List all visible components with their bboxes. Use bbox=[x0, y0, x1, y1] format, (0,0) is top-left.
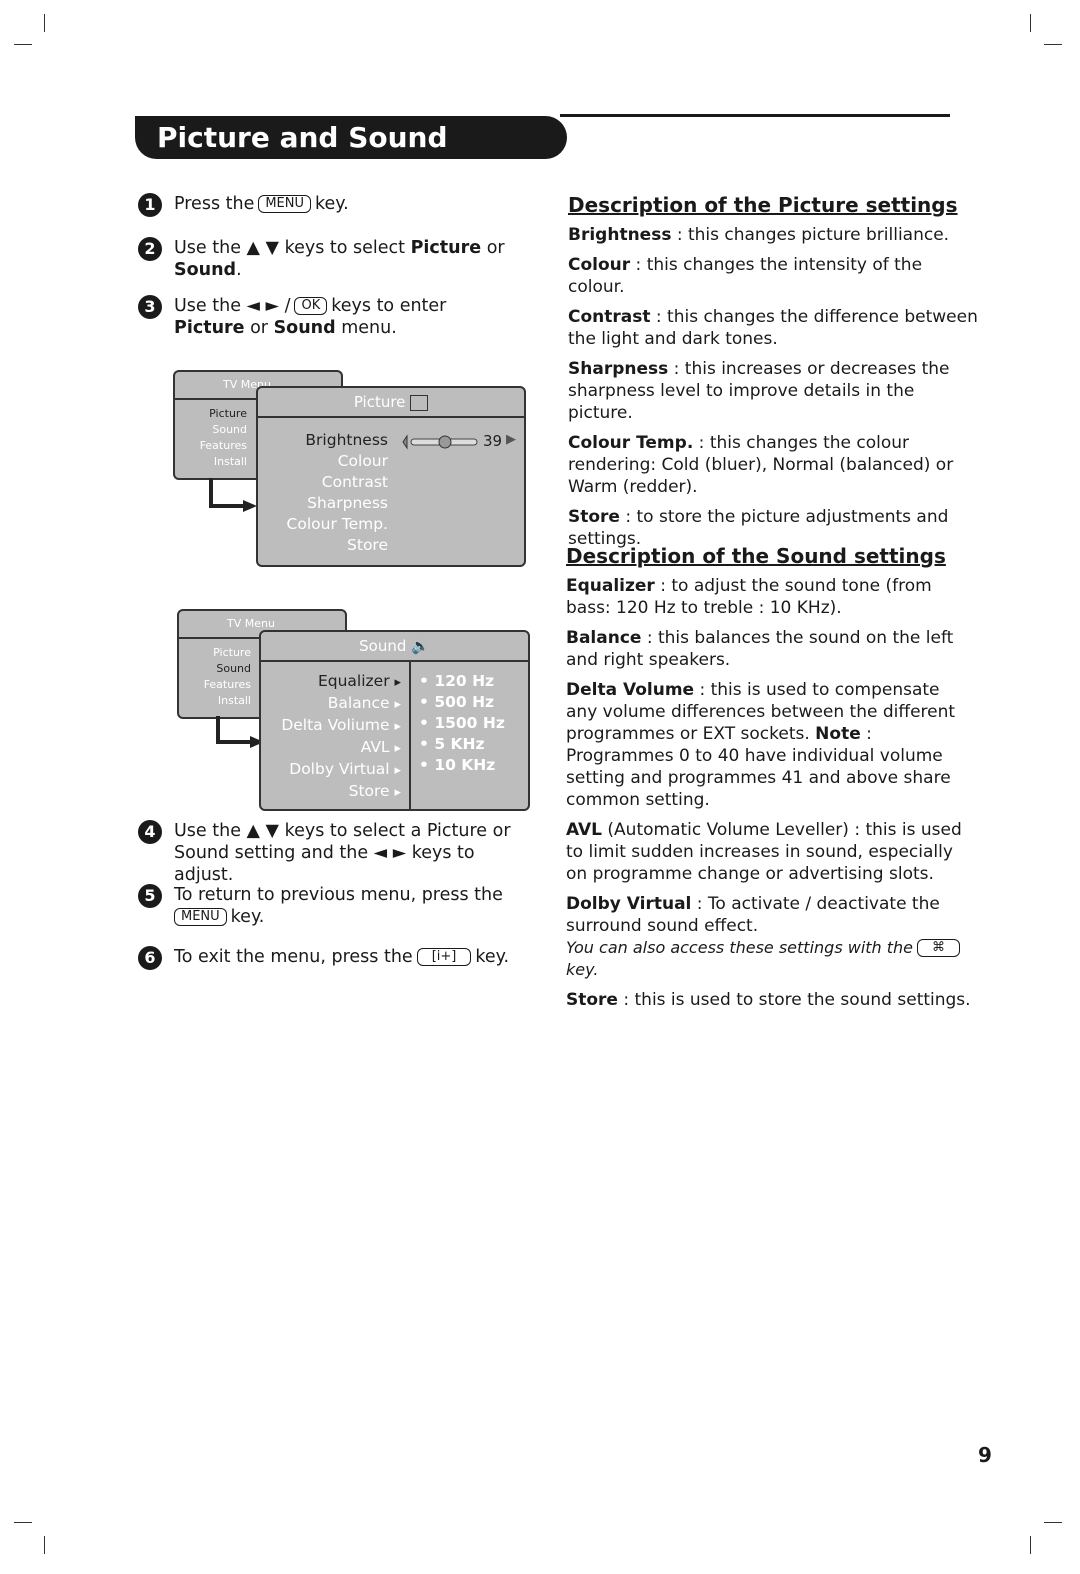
step-number: 1 bbox=[138, 193, 162, 217]
step-text: keys to enter bbox=[331, 296, 447, 316]
eq-band[interactable]: • 1500 Hz bbox=[419, 713, 505, 734]
step-number: 6 bbox=[138, 946, 162, 970]
step-text: Use the ◄ ► / bbox=[174, 296, 291, 316]
menu-item-delta-volume[interactable]: Delta Voliume ▸ bbox=[261, 715, 401, 737]
page-number: 9 bbox=[978, 1443, 992, 1467]
crop-mark bbox=[44, 1536, 45, 1554]
desc-entry: Colour Temp. : this changes the colour r… bbox=[568, 433, 954, 497]
picture-description: Description of the Picture settings Brig… bbox=[568, 194, 978, 558]
step-3: 3 Use the ◄ ► / OK keys to enter Picture or… bbox=[138, 295, 514, 339]
title-rule bbox=[560, 114, 950, 117]
picture-icon bbox=[410, 394, 429, 411]
step-text: key. bbox=[475, 947, 510, 967]
menu-item-balance[interactable]: Balance ▸ bbox=[261, 693, 401, 715]
menu-item-store[interactable]: Store bbox=[258, 535, 388, 556]
step-text: or bbox=[481, 238, 505, 258]
desc-entry: AVL (Automatic Volume Leveller) : this i… bbox=[566, 820, 962, 884]
menu-item-colour-temp[interactable]: Colour Temp. bbox=[258, 514, 388, 535]
desc-entry: Colour : this changes the intensity of t… bbox=[568, 255, 923, 297]
menu-item-brightness[interactable]: Brightness bbox=[258, 430, 388, 451]
menu-key-icon: MENU bbox=[174, 908, 227, 926]
tv-menu-item: Install bbox=[213, 455, 247, 468]
step-text: key. bbox=[230, 907, 265, 927]
section-heading: Description of the Picture settings bbox=[568, 193, 958, 217]
ok-key-icon: OK bbox=[294, 297, 328, 315]
right-arrow-icon: ▶ bbox=[506, 432, 516, 447]
eq-band[interactable]: • 5 KHz bbox=[419, 734, 505, 755]
step-text: key. bbox=[315, 194, 349, 214]
page-title: Picture and Sound Settings bbox=[135, 116, 567, 197]
desc-entry: Sharpness : this increases or decreases … bbox=[568, 359, 950, 423]
step-1: 1 Press the MENU key. bbox=[138, 193, 514, 217]
eq-band[interactable]: • 500 Hz bbox=[419, 692, 505, 713]
step-2: 2 Use the ▲ ▼ keys to select Picture or … bbox=[138, 237, 514, 281]
sound-menu-title: Sound bbox=[359, 637, 407, 655]
step-bold: Picture bbox=[174, 318, 245, 338]
step-text: menu. bbox=[335, 318, 397, 338]
tv-menu-item: Sound bbox=[216, 662, 251, 675]
eq-band[interactable]: • 120 Hz bbox=[419, 671, 505, 692]
step-6: 6 To exit the menu, press the [i+] key. bbox=[138, 946, 514, 970]
crop-mark bbox=[14, 44, 32, 45]
brightness-value: 39 bbox=[483, 432, 503, 450]
picture-menu-title: Picture bbox=[353, 393, 406, 411]
sound-menu-panel: Sound 🔊 Equalizer ▸ Balance ▸ Delta Voli… bbox=[259, 630, 530, 811]
crop-mark bbox=[1044, 44, 1062, 45]
sound-description: Description of the Sound settings Equali… bbox=[566, 545, 976, 1019]
desc-entry: Equalizer : to adjust the sound tone (fr… bbox=[566, 576, 932, 618]
step-4: 4 Use the ▲ ▼ keys to select a Picture o… bbox=[138, 820, 514, 886]
step-number: 3 bbox=[138, 295, 162, 319]
manual-page: Picture and Sound Settings 1 Press the ME… bbox=[0, 0, 1080, 1574]
step-5: 5 To return to previous menu, press the M… bbox=[138, 884, 514, 928]
step-bold: Picture bbox=[410, 238, 482, 258]
step-text: To return to previous menu, press the bbox=[174, 885, 503, 905]
desc-entry: Delta Volume : this is used to compensat… bbox=[566, 680, 956, 810]
step-text: or bbox=[244, 318, 274, 338]
step-number: 2 bbox=[138, 237, 162, 261]
step-text: . bbox=[236, 260, 242, 280]
menu-item-sharpness[interactable]: Sharpness bbox=[258, 493, 388, 514]
tv-menu-item: Install bbox=[217, 694, 251, 707]
tv-menu-item: Picture bbox=[209, 407, 247, 420]
brightness-slider[interactable] bbox=[401, 430, 481, 454]
tv-menu-item: Features bbox=[199, 439, 247, 452]
picture-menu-panel: Picture Brightness Colour Contrast Sharp… bbox=[256, 386, 526, 567]
desc-entry: Dolby Virtual : To activate / deactivate… bbox=[566, 893, 976, 981]
crop-mark bbox=[44, 14, 45, 32]
speaker-icon: 🔊 bbox=[411, 637, 430, 655]
divider bbox=[409, 662, 411, 809]
desc-entry: Balance : this balances the sound on the… bbox=[566, 628, 954, 670]
step-text: Use the ▲ ▼ keys to select bbox=[174, 238, 411, 258]
tv-menu-item: Sound bbox=[212, 423, 247, 436]
menu-item-equalizer[interactable]: Equalizer ▸ bbox=[261, 671, 401, 693]
tv-menu-item: Features bbox=[203, 678, 251, 691]
menu-item-colour[interactable]: Colour bbox=[258, 451, 388, 472]
step-text: Use the ▲ ▼ keys to select a Picture or … bbox=[174, 821, 511, 885]
step-text: Press the bbox=[174, 194, 255, 214]
tv-menu-item: Picture bbox=[213, 646, 251, 659]
step-text: To exit the menu, press the bbox=[174, 947, 413, 967]
menu-item-contrast[interactable]: Contrast bbox=[258, 472, 388, 493]
crop-mark bbox=[1030, 1536, 1031, 1554]
section-heading: Description of the Sound settings bbox=[566, 544, 946, 568]
surround-key-icon: ⌘ bbox=[917, 939, 961, 957]
crop-mark bbox=[1044, 1522, 1062, 1523]
desc-entry: Store : this is used to store the sound … bbox=[566, 990, 971, 1010]
step-bold: Sound bbox=[273, 318, 336, 338]
crop-mark bbox=[1030, 14, 1031, 32]
info-key-icon: [i+] bbox=[416, 948, 472, 966]
menu-item-store[interactable]: Store ▸ bbox=[261, 781, 401, 803]
step-number: 5 bbox=[138, 884, 162, 908]
menu-item-avl[interactable]: AVL ▸ bbox=[261, 737, 401, 759]
eq-band[interactable]: • 10 KHz bbox=[419, 755, 505, 776]
crop-mark bbox=[14, 1522, 32, 1523]
arrow-icon bbox=[209, 478, 257, 512]
menu-key-icon: MENU bbox=[258, 195, 312, 213]
step-bold: Sound bbox=[174, 260, 237, 280]
desc-entry: Contrast : this changes the difference b… bbox=[568, 307, 978, 349]
desc-entry: Brightness : this changes picture brilli… bbox=[568, 225, 950, 245]
step-number: 4 bbox=[138, 820, 162, 844]
menu-item-dolby-virtual[interactable]: Dolby Virtual ▸ bbox=[261, 759, 401, 781]
